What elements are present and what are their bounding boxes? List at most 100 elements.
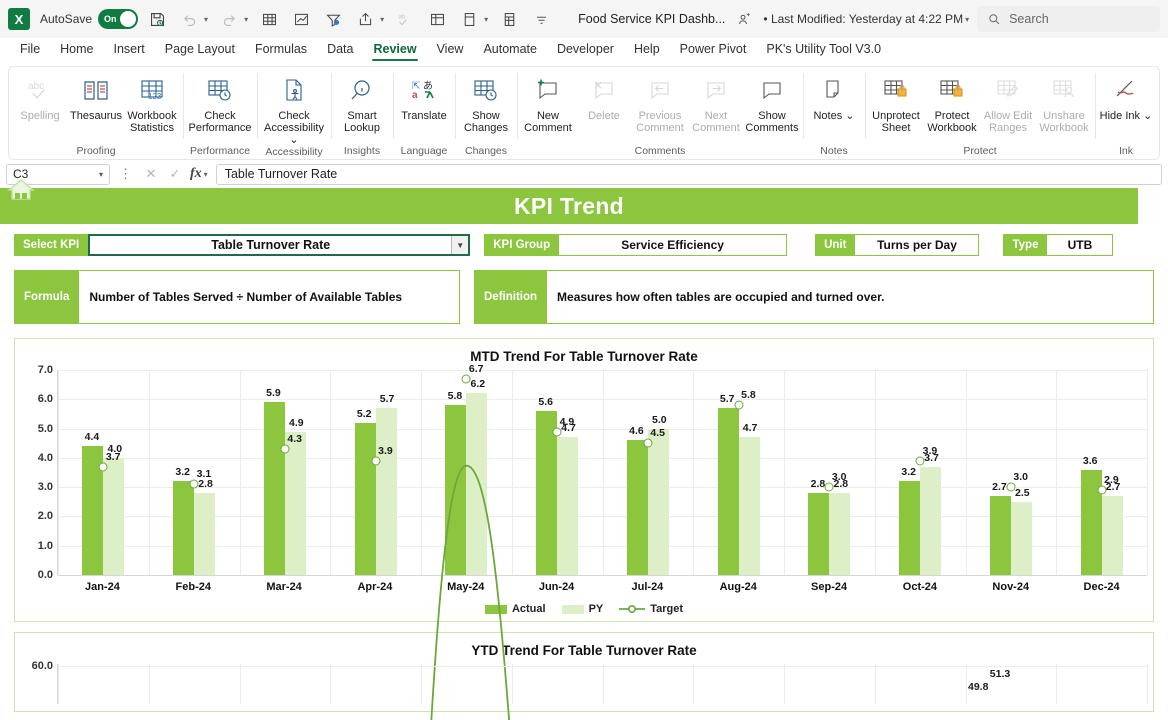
enter-icon[interactable]: ✓ xyxy=(166,166,184,182)
table-icon[interactable] xyxy=(256,6,282,32)
formula-input[interactable]: Table Turnover Rate xyxy=(216,164,1162,185)
formula-bar-more-icon[interactable]: ⋮ xyxy=(116,166,136,182)
show-comments-button[interactable]: Show Comments xyxy=(744,70,800,134)
spelling-label: Spelling xyxy=(20,110,59,122)
target-marker[interactable] xyxy=(1006,483,1015,492)
show-changes-button[interactable]: Show Changes xyxy=(458,70,514,134)
tab-view[interactable]: View xyxy=(427,40,474,60)
redo-chevron-down-icon[interactable]: ▾ xyxy=(244,15,248,24)
new-comment-button[interactable]: New Comment xyxy=(520,70,576,134)
ytd-gridline xyxy=(58,666,1147,667)
mtd-x-label: Jan-24 xyxy=(85,581,120,593)
workbook-statistics-label: Workbook Statistics xyxy=(125,110,179,134)
target-marker[interactable] xyxy=(643,439,652,448)
undo-icon[interactable] xyxy=(176,6,202,32)
search-input[interactable]: Search xyxy=(977,6,1160,32)
mtd-x-label: Nov-24 xyxy=(992,581,1029,593)
check-accessibility-button[interactable]: Check Accessibility ⌄ xyxy=(260,70,328,146)
fx-chevron-down-icon[interactable]: ▾ xyxy=(204,170,208,179)
tab-data[interactable]: Data xyxy=(317,40,363,60)
spelling-button[interactable]: abc Spelling xyxy=(12,70,68,122)
target-marker[interactable] xyxy=(190,480,199,489)
lastmodified-chevron-down-icon[interactable]: ▾ xyxy=(965,15,969,24)
kpi-group-field: KPI Group Service Efficiency xyxy=(484,234,787,256)
target-marker[interactable] xyxy=(825,483,834,492)
toggle-knob xyxy=(120,11,136,27)
notes-button[interactable]: Notes ⌄ xyxy=(806,70,862,122)
tab-insert[interactable]: Insert xyxy=(104,40,155,60)
ytd-category-divider xyxy=(1147,664,1148,704)
target-marker[interactable] xyxy=(734,401,743,410)
calculator-sheet-icon[interactable] xyxy=(496,6,522,32)
home-icon[interactable] xyxy=(4,172,38,206)
tab-pk-utility-tool[interactable]: PK's Utility Tool V3.0 xyxy=(756,40,891,60)
unshare-workbook-button[interactable]: Unshare Workbook xyxy=(1036,70,1092,134)
cancel-icon[interactable]: ✕ xyxy=(142,166,160,182)
tab-file[interactable]: File xyxy=(10,40,50,60)
smart-lookup-button[interactable]: Smart Lookup xyxy=(334,70,390,134)
check-performance-button[interactable]: Check Performance xyxy=(186,70,254,134)
ytd-category-divider xyxy=(149,664,150,704)
tab-developer[interactable]: Developer xyxy=(547,40,624,60)
person-add-icon[interactable] xyxy=(731,6,757,32)
tab-formulas[interactable]: Formulas xyxy=(245,40,317,60)
ytd-y-axis: 60.0 xyxy=(21,664,57,704)
protect-workbook-button[interactable]: Protect Workbook xyxy=(924,70,980,134)
document-title[interactable]: Food Service KPI Dashb... xyxy=(578,12,725,26)
tab-power-pivot[interactable]: Power Pivot xyxy=(670,40,757,60)
spelling-small-icon[interactable]: ab xyxy=(392,6,418,32)
fx-icon[interactable]: fx xyxy=(190,166,202,182)
ribbon-tab-bar: File Home Insert Page Layout Formulas Da… xyxy=(0,38,1168,62)
previous-comment-label: Previous Comment xyxy=(633,110,687,134)
target-marker[interactable] xyxy=(99,462,108,471)
chart-icon[interactable] xyxy=(288,6,314,32)
select-kpi-value: Table Turnover Rate xyxy=(90,236,451,254)
name-box-chevron-down-icon[interactable]: ▾ xyxy=(99,170,103,179)
select-kpi-group: Select KPI xyxy=(14,234,88,256)
tab-home[interactable]: Home xyxy=(50,40,103,60)
translate-button[interactable]: ⇱ a あ Translate xyxy=(396,70,452,122)
undo-chevron-down-icon[interactable]: ▾ xyxy=(204,15,208,24)
unit-field: Unit Turns per Day xyxy=(815,234,979,256)
ytd-category-divider xyxy=(58,664,59,704)
more-commands-icon[interactable] xyxy=(528,6,554,32)
calculator-icon[interactable] xyxy=(456,6,482,32)
redo-icon[interactable] xyxy=(216,6,242,32)
last-modified-label[interactable]: • Last Modified: Yesterday at 4:22 PM xyxy=(763,12,963,26)
save-icon[interactable] xyxy=(144,6,170,32)
target-marker[interactable] xyxy=(916,456,925,465)
tab-help[interactable]: Help xyxy=(624,40,670,60)
tab-review[interactable]: Review xyxy=(363,40,426,60)
tab-page-layout[interactable]: Page Layout xyxy=(155,40,245,60)
share-icon[interactable] xyxy=(352,6,378,32)
hide-ink-button[interactable]: Hide Ink ⌄ xyxy=(1098,70,1154,122)
delete-comment-button[interactable]: Delete xyxy=(576,70,632,122)
filter-icon[interactable] xyxy=(320,6,346,32)
tab-automate[interactable]: Automate xyxy=(473,40,547,60)
definition-label: Definition xyxy=(474,270,547,324)
mtd-x-label: Jul-24 xyxy=(632,581,664,593)
formula-bar: C3 ▾ ⋮ ✕ ✓ fx ▾ Table Turnover Rate xyxy=(0,160,1168,188)
grid-calc-icon[interactable] xyxy=(424,6,450,32)
allow-edit-ranges-button[interactable]: Allow Edit Ranges xyxy=(980,70,1036,134)
unprotect-sheet-button[interactable]: Unprotect Sheet xyxy=(868,70,924,134)
chevron-down-icon[interactable]: ▼ xyxy=(451,236,468,254)
target-marker[interactable] xyxy=(1097,486,1106,495)
target-marker[interactable] xyxy=(280,445,289,454)
autosave-toggle[interactable]: On xyxy=(98,9,138,29)
target-marker[interactable] xyxy=(553,427,562,436)
select-kpi-dropdown[interactable]: Table Turnover Rate ▼ xyxy=(88,234,470,256)
previous-comment-button[interactable]: Previous Comment xyxy=(632,70,688,134)
share-chevron-down-icon[interactable]: ▾ xyxy=(380,15,384,24)
target-marker[interactable] xyxy=(462,374,471,383)
ytd-plot-area[interactable]: 51.3 49.8 xyxy=(57,664,1147,704)
kpi-group-label: KPI Group xyxy=(484,234,559,256)
ribbon-group-language: ⇱ a あ Translate Language xyxy=(393,67,455,159)
next-comment-label: Next Comment xyxy=(689,110,743,134)
thesaurus-button[interactable]: Thesaurus xyxy=(68,70,124,122)
mtd-plot-area[interactable]: 4.44.03.73.22.83.15.94.94.35.25.73.95.86… xyxy=(57,370,1147,575)
workbook-statistics-button[interactable]: 123 Workbook Statistics xyxy=(124,70,180,134)
target-marker[interactable] xyxy=(371,456,380,465)
calculator-chevron-down-icon[interactable]: ▾ xyxy=(484,15,488,24)
next-comment-button[interactable]: Next Comment xyxy=(688,70,744,134)
